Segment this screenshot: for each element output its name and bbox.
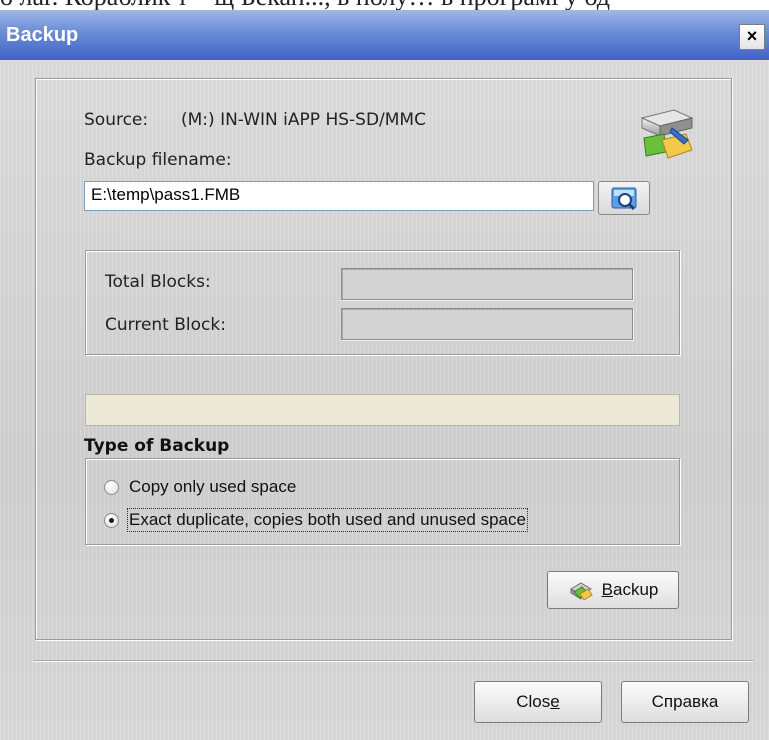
backup-button[interactable]: Backup (547, 571, 679, 609)
radio-copy-used-space[interactable]: Copy only used space (104, 476, 296, 498)
dialog-client-area: Source: (M:) IN-WIN iAPP HS-SD/MMC Backu… (0, 60, 769, 740)
browse-search-icon (611, 187, 637, 211)
backup-filename-input[interactable]: E:\temp\pass1.FMB (84, 181, 594, 211)
window-title: Backup (6, 24, 79, 46)
radio-button-checked[interactable] (104, 512, 119, 528)
type-of-backup-title: Type of Backup (84, 436, 230, 456)
radio-label-exact-duplicate[interactable]: Exact duplicate, copies both used and un… (127, 508, 528, 532)
title-bar[interactable]: Backup × (0, 10, 769, 60)
total-blocks-label: Total Blocks: (105, 272, 211, 292)
type-of-backup-group (85, 458, 680, 545)
backup-tools-icon (569, 582, 593, 601)
help-button[interactable]: Справка (621, 681, 749, 723)
close-button[interactable]: Clos e (474, 681, 602, 723)
source-label: Source: (84, 110, 149, 130)
close-icon[interactable]: × (739, 24, 765, 50)
total-blocks-field (341, 268, 633, 300)
backup-button-label: ackup (612, 580, 659, 599)
drive-backup-icon (636, 104, 698, 169)
close-button-label: Clos (516, 692, 551, 711)
current-block-label: Current Block: (105, 315, 226, 335)
dialog-separator (33, 660, 753, 662)
close-button-mnemonic: e (550, 692, 560, 711)
backup-progress-bar (85, 394, 680, 426)
browse-button[interactable] (598, 181, 650, 215)
current-block-field (341, 308, 633, 340)
radio-exact-duplicate[interactable]: Exact duplicate, copies both used and un… (104, 508, 528, 532)
radio-label-copy-used[interactable]: Copy only used space (129, 477, 296, 497)
radio-button-unchecked[interactable] (104, 479, 119, 495)
source-value: (M:) IN-WIN iAPP HS-SD/MMC (181, 110, 426, 130)
backup-button-mnemonic: B (601, 580, 613, 599)
backup-filename-label: Backup filename: (84, 150, 232, 170)
